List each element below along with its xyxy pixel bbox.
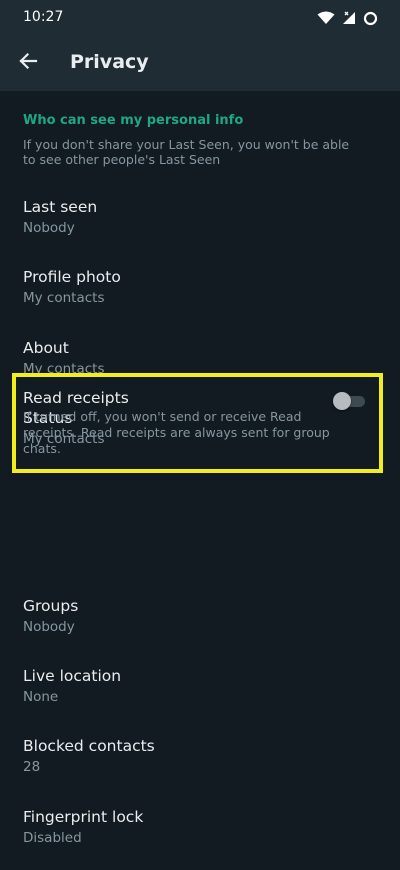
item-value: None [23,689,59,705]
item-title: Live location [23,667,122,685]
status-time: 10:27 [23,9,64,25]
section-description: If you don't share your Last Seen, you w… [23,137,350,167]
status-icons [317,9,378,27]
groups-item[interactable]: Groups Nobody [0,597,400,659]
item-title: Blocked contacts [23,737,155,755]
item-title: Profile photo [23,268,121,286]
page-title: Privacy [70,51,149,73]
read-receipts-toggle[interactable] [333,392,367,410]
last-seen-item[interactable]: Last seen Nobody [0,198,400,260]
blocked-contacts-item[interactable]: Blocked contacts 28 [0,737,400,799]
item-value: Disabled [23,830,82,846]
item-value: 28 [23,759,41,775]
profile-photo-item[interactable]: Profile photo My contacts [0,268,400,330]
item-title: Groups [23,597,79,615]
status-bar: 10:27 [0,0,400,35]
item-value: Nobody [23,619,75,635]
live-location-item[interactable]: Live location None [0,667,400,729]
arrow-left-icon [18,51,38,75]
read-receipts-description: If turned off, you won't send or receive… [23,409,330,456]
item-value: My contacts [23,290,105,306]
item-title: Fingerprint lock [23,808,144,826]
read-receipts-title: Read receipts [23,389,129,407]
app-bar: Privacy [0,35,400,91]
wifi-icon [317,11,335,25]
item-value: Nobody [23,220,75,236]
signal-icon [342,11,356,25]
section-header: Who can see my personal info [23,113,244,128]
toggle-thumb [333,392,351,410]
fingerprint-lock-item[interactable]: Fingerprint lock Disabled [0,808,400,870]
item-title: About [23,339,69,357]
item-title: Last seen [23,198,98,216]
battery-icon [363,11,378,26]
back-button[interactable] [12,47,44,79]
